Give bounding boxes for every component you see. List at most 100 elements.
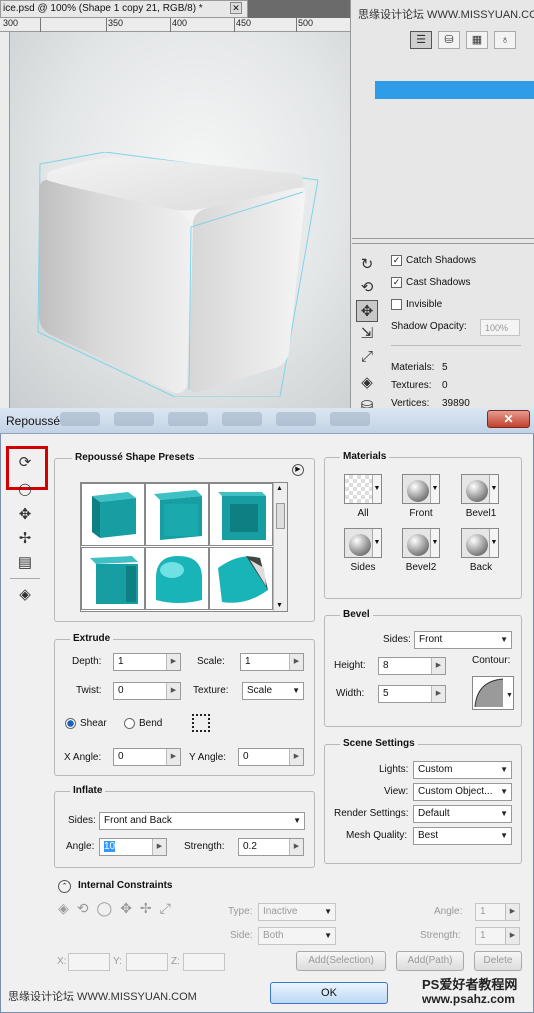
add-path-button[interactable]: Add(Path) <box>396 951 464 971</box>
constraint-side-select[interactable]: Both ▼ <box>258 927 336 945</box>
preset-inset-cube[interactable] <box>81 547 145 610</box>
contour-picker[interactable]: ▼ <box>472 676 514 710</box>
xangle-field[interactable]: 0 ▶ <box>113 748 181 766</box>
roll-object-icon[interactable]: ⟲ <box>356 277 378 299</box>
yangle-field[interactable]: 0 ▶ <box>238 748 304 766</box>
scroll-thumb[interactable] <box>276 503 285 529</box>
y-field[interactable] <box>126 953 168 971</box>
preset-bulge-cube[interactable] <box>209 547 273 610</box>
panel-splitter[interactable] <box>352 238 534 244</box>
presets-menu-icon[interactable]: ▶ <box>292 464 304 476</box>
catch-shadows-checkbox[interactable]: ✓ <box>391 255 402 266</box>
preset-extrude-cube[interactable] <box>81 483 145 546</box>
render-icon[interactable]: ◈ <box>356 372 378 394</box>
bevel-sides-select[interactable]: Front ▼ <box>414 631 512 649</box>
scale-spin-icon[interactable]: ▶ <box>289 654 303 670</box>
mesh-icon[interactable]: ⛁ <box>438 31 460 49</box>
z-field[interactable] <box>183 953 225 971</box>
yangle-spin-icon[interactable]: ▶ <box>289 749 303 765</box>
materials-icon[interactable]: ▦ <box>466 31 488 49</box>
delete-button[interactable]: Delete <box>474 951 522 971</box>
slide-object-icon[interactable]: ⇲ <box>356 323 378 345</box>
render-settings-select[interactable]: Default ▼ <box>413 805 512 823</box>
twist-field[interactable]: 0 ▶ <box>113 682 181 700</box>
constraint-scale-icon[interactable]: ⤢ <box>160 900 179 916</box>
scene-icon[interactable]: ☰ <box>410 31 432 49</box>
constraint-side-value: Both <box>263 930 284 941</box>
bend-radio[interactable] <box>124 718 135 729</box>
scale-object-icon[interactable]: ▤ <box>12 552 38 574</box>
drag-object-icon[interactable]: ✥ <box>356 300 378 322</box>
twist-spin-icon[interactable]: ▶ <box>166 683 180 699</box>
bevel-width-field[interactable]: 5 ▶ <box>378 685 446 703</box>
constraint-strength-spin-icon[interactable]: ▶ <box>505 928 519 944</box>
document-close-icon[interactable]: ✕ <box>230 2 242 14</box>
preset-thumb-icon <box>218 556 268 603</box>
material-bevel2-swatch[interactable]: ▼ <box>402 528 440 558</box>
preset-inflate-cube[interactable] <box>145 547 209 610</box>
material-all-swatch[interactable]: ▼ <box>344 474 382 504</box>
inflate-angle-spin-icon[interactable]: ▶ <box>152 839 166 855</box>
dialog-close-icon[interactable]: ✕ <box>487 410 530 428</box>
ok-button[interactable]: OK <box>270 982 388 1004</box>
constraint-roll-icon[interactable]: ⟲ <box>77 900 97 916</box>
constraint-type-select[interactable]: Inactive ▼ <box>258 903 336 921</box>
scroll-down-icon[interactable]: ▼ <box>276 602 283 609</box>
inflate-strength-spin-icon[interactable]: ▶ <box>289 839 303 855</box>
inflate-angle-field[interactable]: 10 ▶ <box>99 838 167 856</box>
material-front-swatch[interactable]: ▼ <box>402 474 440 504</box>
constraint-tools: ◈⟲◯✥✢⤢ <box>58 900 179 917</box>
constraint-strength-field[interactable]: 1 ▶ <box>475 927 520 945</box>
preset-frame-cube[interactable] <box>209 483 273 546</box>
light-icon[interactable]: ♁ <box>494 31 516 49</box>
view-select[interactable]: Custom Object... ▼ <box>413 783 512 801</box>
collapse-icon[interactable]: ⌃ <box>58 880 71 893</box>
constraint-slide-icon[interactable]: ✢ <box>140 900 160 916</box>
reference-point-icon[interactable] <box>192 714 210 732</box>
lights-select[interactable]: Custom ▼ <box>413 761 512 779</box>
bevel-height-field[interactable]: 8 ▶ <box>378 657 446 675</box>
cast-shadows-checkbox[interactable]: ✓ <box>391 277 402 288</box>
cube-3d-object[interactable] <box>35 152 320 397</box>
bevel-height-spin-icon[interactable]: ▶ <box>431 658 445 674</box>
materials-count-label: Materials: <box>391 362 435 373</box>
scroll-up-icon[interactable]: ▲ <box>276 485 283 492</box>
scale-object-icon[interactable]: ⤢ <box>356 346 378 368</box>
rotate-object-icon[interactable]: ⟳ <box>12 452 38 474</box>
drag-object-icon[interactable]: ✥ <box>12 504 38 526</box>
inflate-strength-field[interactable]: 0.2 ▶ <box>238 838 304 856</box>
constraint-rotate-icon[interactable]: ◈ <box>58 900 77 916</box>
catch-shadows-row[interactable]: ✓ Catch Shadows <box>391 255 476 266</box>
document-tab[interactable]: ice.psd @ 100% (Shape 1 copy 21, RGB/8) … <box>0 0 248 18</box>
depth-spin-icon[interactable]: ▶ <box>166 654 180 670</box>
shadow-opacity-field[interactable]: 100% <box>480 319 520 336</box>
constraint-angle-field[interactable]: 1 ▶ <box>475 903 520 921</box>
mesh-quality-select[interactable]: Best ▼ <box>413 827 512 845</box>
add-selection-button[interactable]: Add(Selection) <box>296 951 386 971</box>
xangle-spin-icon[interactable]: ▶ <box>166 749 180 765</box>
constraint-angle-spin-icon[interactable]: ▶ <box>505 904 519 920</box>
rotate-object-icon[interactable]: ↻ <box>356 254 378 276</box>
inflate-sides-select[interactable]: Front and Back ▼ <box>99 812 305 830</box>
camera-icon[interactable]: ◈ <box>12 584 38 606</box>
material-back-swatch[interactable]: ▼ <box>461 528 499 558</box>
constraint-move-icon[interactable]: ✥ <box>120 900 140 916</box>
bevel-width-spin-icon[interactable]: ▶ <box>431 686 445 702</box>
material-sides-swatch[interactable]: ▼ <box>344 528 382 558</box>
texture-select[interactable]: Scale ▼ <box>242 682 304 700</box>
constraint-circle-icon[interactable]: ◯ <box>97 900 121 916</box>
3d-panel-tabs: ☰ ⛁ ▦ ♁ <box>352 31 532 53</box>
x-field[interactable] <box>68 953 110 971</box>
presets-scrollbar[interactable]: ▲ ▼ <box>273 483 287 611</box>
selected-layer-row[interactable] <box>375 81 534 99</box>
cast-shadows-row[interactable]: ✓ Cast Shadows <box>391 277 470 288</box>
invisible-checkbox[interactable] <box>391 299 402 310</box>
preset-bevel-cube[interactable] <box>145 483 209 546</box>
roll-object-icon[interactable]: ◯ <box>12 478 38 500</box>
scale-field[interactable]: 1 ▶ <box>240 653 304 671</box>
slide-object-icon[interactable]: ✢ <box>12 528 38 550</box>
invisible-row[interactable]: Invisible <box>391 299 442 310</box>
shear-radio[interactable] <box>65 718 76 729</box>
material-bevel1-swatch[interactable]: ▼ <box>461 474 499 504</box>
depth-field[interactable]: 1 ▶ <box>113 653 181 671</box>
